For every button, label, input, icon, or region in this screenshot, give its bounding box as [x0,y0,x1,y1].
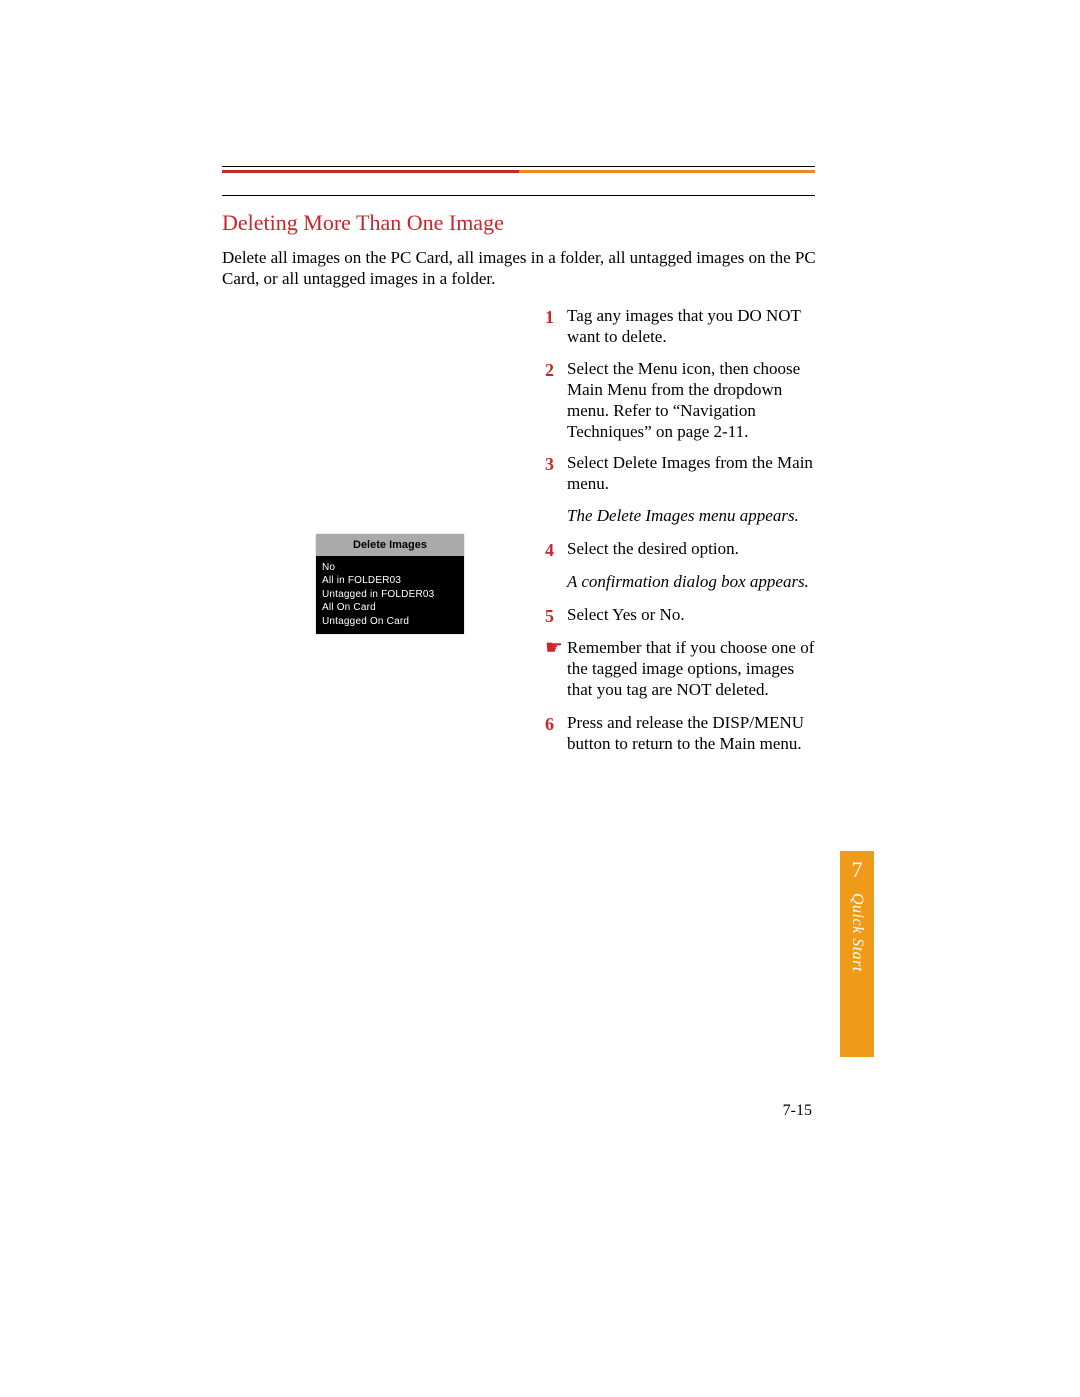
menu-option: No [322,561,458,575]
note: ☛ Remember that if you choose one of the… [545,638,817,701]
step-1-c: want to delete. [567,327,667,346]
step-1-emph: DO NOT [737,306,801,325]
step-list: 1 Tag any images that you DO NOT want to… [545,306,817,766]
step-6: 6 Press and release the DISP/MENU button… [545,713,817,755]
step-text: Tag any images that you DO NOT want to d… [567,306,817,348]
step-number: 3 [545,453,567,495]
note-emph: NOT [677,680,712,699]
header-bottom-rule [222,195,815,196]
note-text: Remember that if you choose one of the t… [567,638,817,701]
step-text: Select Yes or No. [567,605,817,627]
step-text: Select the desired option. [567,539,817,561]
header-rules [222,166,815,196]
menu-option: Untagged On Card [322,615,458,629]
step-2: 2 Select the Menu icon, then choose Main… [545,359,817,443]
note-c: deleted. [711,680,769,699]
step-number: 6 [545,713,567,755]
menu-options: No All in FOLDER03 Untagged in FOLDER03 … [316,556,464,635]
step-text: Select Delete Images from the Main menu. [567,453,817,495]
step-number: 1 [545,306,567,348]
header-rule-red [222,170,519,173]
chapter-tab: 7 Quick Start [840,851,874,1057]
intro-paragraph: Delete all images on the PC Card, all im… [222,247,817,290]
step-3: 3 Select Delete Images from the Main men… [545,453,817,495]
chapter-number: 7 [852,857,863,883]
step-text: Select the Menu icon, then choose Main M… [567,359,817,443]
manual-page: Deleting More Than One Image Delete all … [0,0,1080,1397]
menu-title: Delete Images [316,534,464,556]
step-text: Press and release the DISP/MENU button t… [567,713,817,755]
pointer-icon: ☛ [545,638,567,701]
menu-option: Untagged in FOLDER03 [322,588,458,602]
section-heading: Deleting More Than One Image [222,210,504,236]
page-number: 7-15 [783,1102,812,1120]
chapter-label: Quick Start [848,893,866,972]
header-rule-orange [519,170,816,173]
menu-option: All in FOLDER03 [322,574,458,588]
step-1: 1 Tag any images that you DO NOT want to… [545,306,817,348]
step-number: 5 [545,605,567,627]
header-color-rule [222,170,815,173]
step-4-result: A confirmation dialog box appears. [567,572,817,593]
step-1-a: Tag any images that you [567,306,737,325]
step-5: 5 Select Yes or No. [545,605,817,627]
menu-option: All On Card [322,601,458,615]
step-number: 4 [545,539,567,561]
header-top-rule [222,166,815,167]
step-4: 4 Select the desired option. [545,539,817,561]
step-3-result: The Delete Images menu appears. [567,506,817,527]
delete-images-menu-screenshot: Delete Images No All in FOLDER03 Untagge… [316,534,464,634]
step-number: 2 [545,359,567,443]
